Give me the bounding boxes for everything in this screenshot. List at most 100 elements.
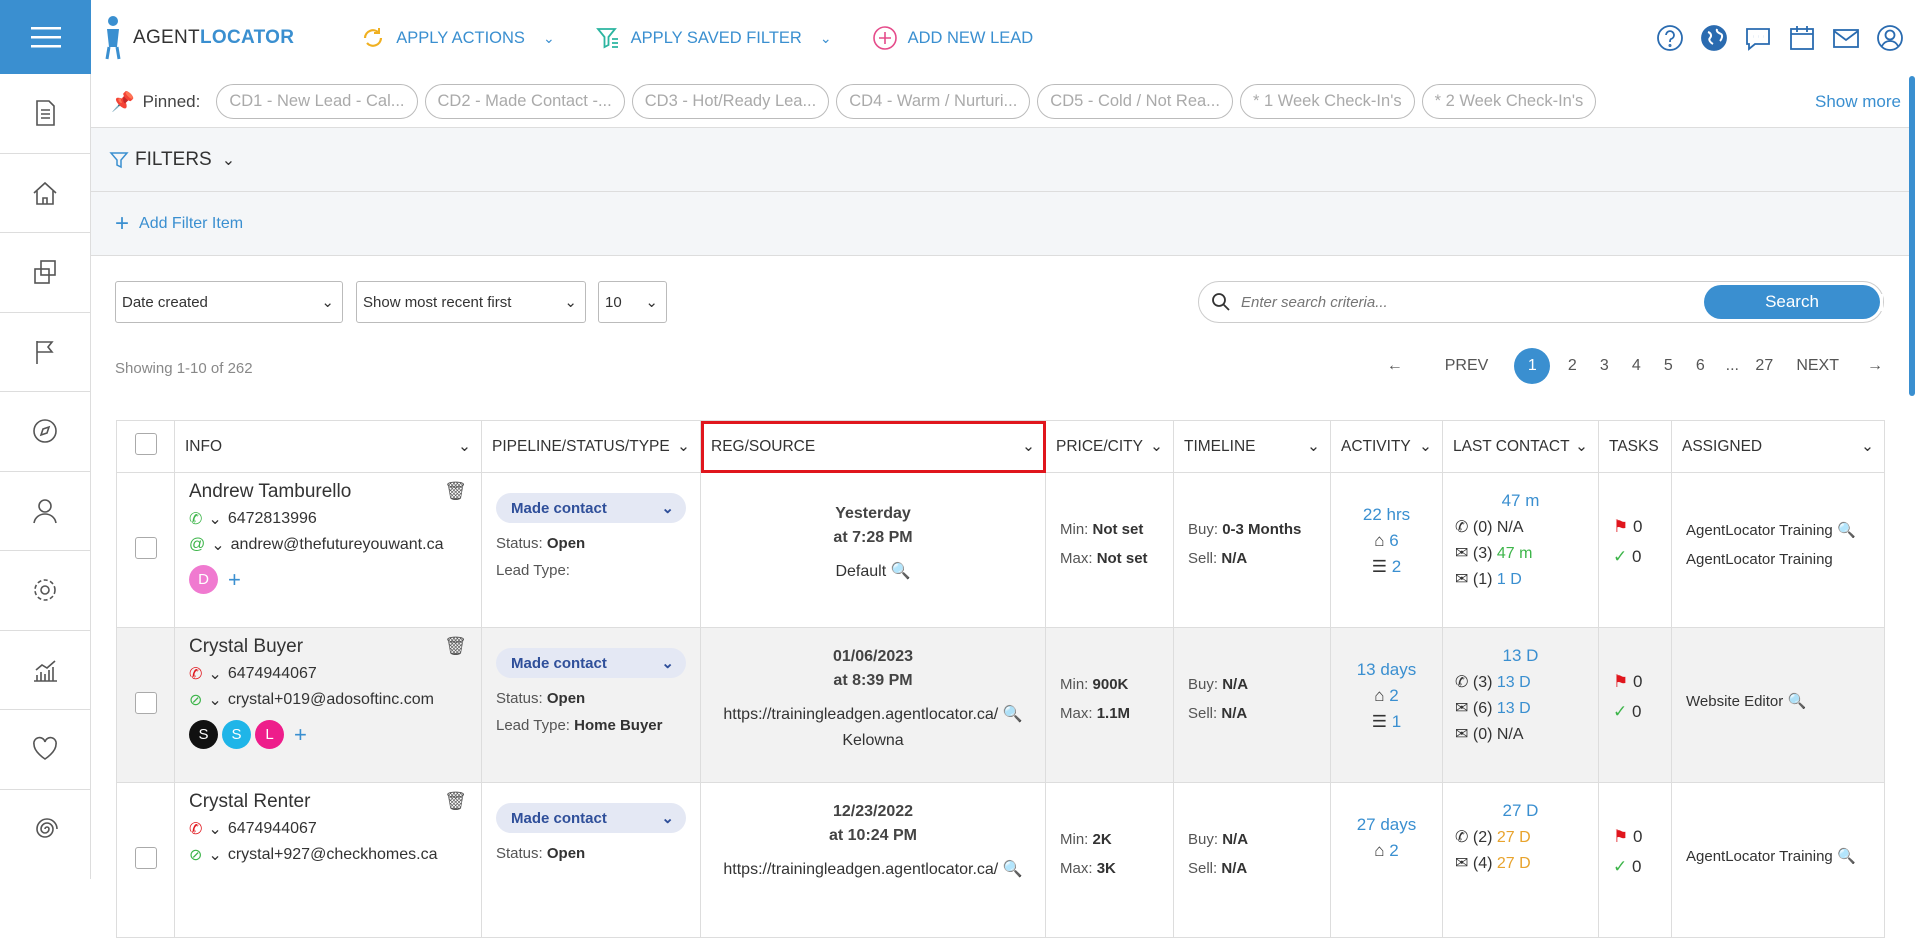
pinned-filter[interactable]: CD2 - Made Contact -... xyxy=(424,84,625,119)
pinned-filter[interactable]: * 1 Week Check-In's xyxy=(1239,84,1415,119)
viewed-houses-count[interactable]: 6 xyxy=(1389,531,1398,550)
phone-icon[interactable]: ✆ xyxy=(189,509,202,529)
column-header-timeline[interactable]: TIMELINE ⌄ xyxy=(1173,420,1331,473)
column-header-activity[interactable]: ACTIVITY ⌄ xyxy=(1330,420,1443,473)
column-header-assigned[interactable]: ASSIGNED ⌄ xyxy=(1671,420,1885,473)
sidebar-item-settings[interactable] xyxy=(0,551,90,631)
saved-searches-count[interactable]: 2 xyxy=(1392,557,1401,576)
trash-icon[interactable]: 🗑 xyxy=(444,636,467,658)
pinned-filter[interactable]: * 2 Week Check-In's xyxy=(1421,84,1597,119)
sidebar-item-favorites[interactable] xyxy=(0,710,90,790)
page-button[interactable]: 5 xyxy=(1658,357,1678,375)
page-size-select[interactable]: 10 ⌄ xyxy=(598,281,667,323)
flag-icon[interactable]: ⚑ xyxy=(1613,827,1628,846)
page-button[interactable]: 2 xyxy=(1562,357,1582,375)
column-header-reg-source[interactable]: REG/SOURCE ⌄ xyxy=(700,420,1046,473)
filters-toggle[interactable]: FILTERS ⌄ xyxy=(91,128,1915,192)
column-header-tasks[interactable]: TASKS xyxy=(1598,420,1672,473)
email-off-icon[interactable]: ⊘ xyxy=(189,845,202,865)
prev-page-button[interactable]: PREV xyxy=(1445,357,1489,375)
chevron-down-icon[interactable]: ⌄ xyxy=(208,509,221,529)
search-icon[interactable]: 🔍 xyxy=(1003,861,1023,878)
calendar-icon[interactable] xyxy=(1787,23,1817,53)
column-header-price-city[interactable]: PRICE/CITY ⌄ xyxy=(1045,420,1174,473)
add-new-lead-button[interactable]: ADD NEW LEAD xyxy=(872,25,1033,51)
check-icon[interactable]: ✓ xyxy=(1613,702,1627,721)
phone-off-icon[interactable]: ✆ xyxy=(189,819,202,839)
show-more-link[interactable]: Show more xyxy=(1815,92,1901,112)
viewed-houses-count[interactable]: 2 xyxy=(1389,841,1398,860)
mail-icon[interactable] xyxy=(1831,23,1861,53)
page-button[interactable]: 4 xyxy=(1626,357,1646,375)
hamburger-menu-button[interactable] xyxy=(0,0,91,74)
app-logo[interactable]: AGENT LOCATOR xyxy=(101,15,294,61)
tag-avatar[interactable]: L xyxy=(255,720,284,749)
row-checkbox[interactable] xyxy=(134,691,157,714)
page-button[interactable]: 3 xyxy=(1594,357,1614,375)
table-row[interactable]: Andrew Tamburello 🗑 ✆ ⌄ 6472813996 @ ⌄ andrew… xyxy=(116,472,1885,628)
sidebar-item-documents[interactable] xyxy=(0,74,90,154)
check-icon[interactable]: ✓ xyxy=(1613,857,1627,876)
phone-off-icon[interactable]: ✆ xyxy=(189,664,202,684)
add-tag-icon[interactable]: + xyxy=(294,722,307,748)
column-header-info[interactable]: INFO ⌄ xyxy=(174,420,482,473)
lead-name[interactable]: Crystal Buyer xyxy=(189,636,303,658)
column-header-last-contact[interactable]: LAST CONTACT ⌄ xyxy=(1442,420,1599,473)
viewed-houses-count[interactable]: 2 xyxy=(1389,686,1398,705)
check-icon[interactable]: ✓ xyxy=(1613,547,1627,566)
chevron-down-icon[interactable]: ⌄ xyxy=(208,819,221,839)
sidebar-item-reports[interactable] xyxy=(0,631,90,710)
search-button[interactable]: Search xyxy=(1704,285,1880,319)
pipeline-status-dropdown[interactable]: Made contact ⌄ xyxy=(496,648,686,678)
chevron-down-icon[interactable]: ⌄ xyxy=(208,664,221,684)
column-header-pipeline[interactable]: PIPELINE/STATUS/TYPE ⌄ xyxy=(481,420,701,473)
flag-icon[interactable]: ⚑ xyxy=(1613,672,1628,691)
search-icon[interactable]: 🔍 xyxy=(1787,693,1806,710)
globe-icon[interactable] xyxy=(1699,23,1729,53)
chevron-down-icon[interactable]: ⌄ xyxy=(211,535,224,555)
pipeline-status-dropdown[interactable]: Made contact ⌄ xyxy=(496,803,686,833)
flag-icon[interactable]: ⚑ xyxy=(1613,517,1628,536)
search-icon[interactable]: 🔍 xyxy=(1003,706,1023,723)
tag-avatar[interactable]: D xyxy=(189,565,218,594)
sort-field-select[interactable]: Date created ⌄ xyxy=(115,281,343,323)
email-at-icon[interactable]: @ xyxy=(189,536,205,554)
select-all-checkbox[interactable] xyxy=(134,433,157,455)
pinned-filter[interactable]: CD4 - Warm / Nurturi... xyxy=(836,84,1031,119)
add-tag-icon[interactable]: + xyxy=(228,567,241,593)
next-page-button[interactable]: NEXT xyxy=(1796,357,1839,375)
row-checkbox[interactable] xyxy=(134,536,157,559)
pinned-filter[interactable]: CD1 - New Lead - Cal... xyxy=(216,84,418,119)
apply-saved-filter-button[interactable]: APPLY SAVED FILTER ⌄ xyxy=(595,25,832,51)
page-scrollbar[interactable] xyxy=(1909,76,1915,396)
page-button-current[interactable]: 1 xyxy=(1514,348,1551,384)
tag-avatar[interactable]: S xyxy=(222,720,251,749)
help-icon[interactable] xyxy=(1655,23,1685,53)
sidebar-item-user[interactable] xyxy=(0,472,90,551)
page-button[interactable]: 6 xyxy=(1690,357,1710,375)
chevron-down-icon[interactable]: ⌄ xyxy=(208,845,221,865)
last-page-arrow-icon[interactable]: → xyxy=(1865,357,1885,375)
lead-name[interactable]: Andrew Tamburello xyxy=(189,481,351,503)
account-icon[interactable] xyxy=(1875,23,1905,53)
chat-icon[interactable] xyxy=(1743,23,1773,53)
table-row[interactable]: Crystal Buyer 🗑 ✆ ⌄ 6474944067 ⊘ ⌄ crystal+01… xyxy=(116,627,1885,783)
tag-avatar[interactable]: S xyxy=(189,720,218,749)
trash-icon[interactable]: 🗑 xyxy=(444,481,467,503)
trash-icon[interactable]: 🗑 xyxy=(444,791,467,813)
search-icon[interactable]: 🔍 xyxy=(1837,848,1856,865)
search-icon[interactable]: 🔍 xyxy=(1837,522,1856,539)
sidebar-item-spiral[interactable] xyxy=(0,790,90,870)
sidebar-item-copy[interactable] xyxy=(0,233,90,313)
chevron-down-icon[interactable]: ⌄ xyxy=(208,690,221,710)
row-checkbox[interactable] xyxy=(134,846,157,869)
page-button[interactable]: 27 xyxy=(1754,357,1774,375)
sidebar-item-compass[interactable] xyxy=(0,392,90,472)
pinned-filter[interactable]: CD3 - Hot/Ready Lea... xyxy=(631,84,830,119)
lead-name[interactable]: Crystal Renter xyxy=(189,791,310,813)
table-row[interactable]: Crystal Renter 🗑 ✆ ⌄ 6474944067 ⊘ ⌄ crystal+9… xyxy=(116,782,1885,938)
search-icon[interactable]: 🔍 xyxy=(891,563,911,580)
apply-actions-button[interactable]: APPLY ACTIONS ⌄ xyxy=(360,25,555,51)
sidebar-item-flag[interactable] xyxy=(0,313,90,392)
pinned-filter[interactable]: CD5 - Cold / Not Rea... xyxy=(1037,84,1233,119)
